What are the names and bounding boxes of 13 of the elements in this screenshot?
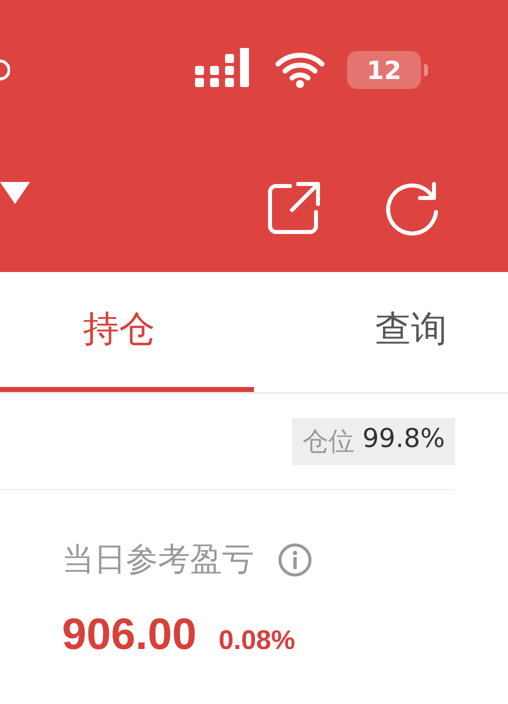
dropdown-caret-icon: [0, 180, 30, 206]
battery-level: 12: [347, 51, 421, 89]
wifi-icon: [275, 52, 325, 88]
pnl-title: 当日参考盈亏: [62, 539, 254, 580]
info-icon[interactable]: [278, 543, 312, 577]
status-icon: [0, 58, 10, 82]
share-icon: [266, 180, 322, 236]
tab[interactable]: 查询: [254, 272, 508, 392]
tab[interactable]: 持仓: [0, 272, 254, 392]
pnl-amount: 906.00: [62, 610, 197, 660]
tag-value: 99.8%: [362, 424, 445, 456]
pnl-percent: 0.08%: [218, 625, 296, 656]
tag-label: 仓位: [302, 426, 354, 459]
